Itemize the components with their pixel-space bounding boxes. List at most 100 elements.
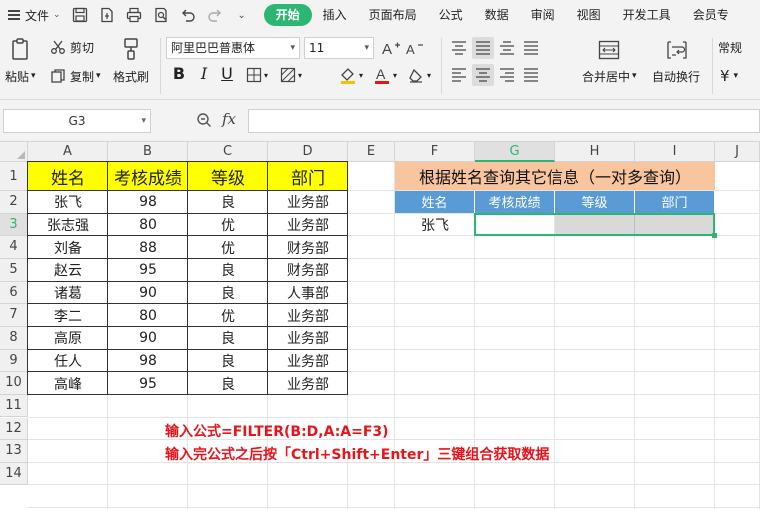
number-format-select[interactable]: 常规 [718, 38, 742, 56]
select-all-corner[interactable] [0, 142, 28, 162]
redo-icon[interactable] [206, 6, 224, 24]
table-cell[interactable]: 高原 [28, 327, 108, 350]
table-cell[interactable]: 诸葛 [28, 282, 108, 305]
insert-function-button[interactable]: fx [222, 110, 236, 128]
text-direction-icon[interactable] [520, 37, 542, 59]
row-header-9[interactable]: 9 [0, 349, 28, 373]
table-cell[interactable]: 良 [188, 372, 268, 395]
bold-icon[interactable]: B [170, 65, 188, 83]
table-cell[interactable]: 李二 [28, 304, 108, 327]
table-cell[interactable]: 刘备 [28, 236, 108, 259]
save-icon[interactable] [71, 6, 89, 24]
column-header-c[interactable]: C [188, 142, 268, 162]
tab-home[interactable]: 开始 [263, 4, 312, 26]
font-name-select[interactable]: 阿里巴巴普惠体 ▾ [166, 37, 300, 59]
table-cell[interactable]: 90 [108, 282, 188, 305]
export-pdf-icon[interactable] [98, 6, 116, 24]
table-cell[interactable]: 人事部 [268, 282, 348, 305]
table-cell[interactable]: 赵云 [28, 259, 108, 282]
align-center-icon[interactable] [472, 64, 494, 86]
row-header-14[interactable]: 14 [0, 462, 28, 486]
table-cell[interactable]: 优 [188, 236, 268, 259]
table-cell[interactable]: 优 [188, 214, 268, 237]
row-header-3[interactable]: 3 [0, 213, 28, 237]
table-cell[interactable]: 业务部 [268, 327, 348, 350]
row-header-7[interactable]: 7 [0, 304, 28, 327]
formula-input[interactable] [248, 109, 760, 133]
tab-member[interactable]: 会员专 [682, 4, 740, 26]
align-top-icon[interactable] [448, 37, 470, 59]
merge-center-icon[interactable] [596, 38, 622, 62]
row-header-12[interactable]: 12 [0, 417, 28, 441]
column-header-h[interactable]: H [555, 142, 635, 162]
fill-pattern-icon[interactable]: ▾ [276, 66, 306, 84]
clear-format-icon[interactable]: ▾ [404, 65, 434, 85]
table-cell[interactable]: 95 [108, 372, 188, 395]
zoom-icon[interactable] [196, 112, 212, 131]
copy-button[interactable]: 复制 ▾ [50, 67, 101, 85]
table-cell[interactable]: 财务部 [268, 236, 348, 259]
table-cell[interactable]: 高峰 [28, 372, 108, 395]
currency-button[interactable]: ¥ ▾ [720, 66, 738, 86]
wrap-text-button[interactable]: 自动换行 [652, 67, 700, 85]
table-cell[interactable]: 98 [108, 350, 188, 373]
align-middle-icon[interactable] [472, 37, 494, 59]
column-header-i[interactable]: I [635, 142, 715, 162]
row-header-2[interactable]: 2 [0, 191, 28, 214]
wrap-text-icon[interactable] [664, 38, 690, 62]
table-cell[interactable]: 90 [108, 327, 188, 350]
table-cell[interactable]: 业务部 [268, 350, 348, 373]
column-header-e[interactable]: E [348, 142, 395, 162]
table-cell[interactable]: 98 [108, 191, 188, 214]
cut-button[interactable]: 剪切 [50, 38, 94, 56]
decrease-font-size-icon[interactable]: A [405, 38, 425, 58]
table-cell[interactable]: 80 [108, 304, 188, 327]
row-header-6[interactable]: 6 [0, 281, 28, 305]
format-painter-button[interactable]: 格式刷 [113, 67, 149, 85]
row-header-10[interactable]: 10 [0, 372, 28, 395]
column-header-a[interactable]: A [28, 142, 108, 162]
table-cell[interactable]: 80 [108, 214, 188, 237]
fill-color-icon[interactable]: ▾ [336, 65, 366, 85]
tab-developer[interactable]: 开发工具 [612, 4, 682, 26]
table-cell[interactable]: 业务部 [268, 304, 348, 327]
fill-handle[interactable] [712, 233, 717, 239]
align-left-icon[interactable] [448, 64, 470, 86]
row-header-1[interactable]: 1 [0, 162, 28, 191]
table-cell[interactable]: 88 [108, 236, 188, 259]
italic-icon[interactable]: I [195, 65, 213, 83]
justify-icon[interactable] [520, 64, 542, 86]
font-color-icon[interactable]: A ▾ [370, 65, 400, 85]
table-cell[interactable]: 任人 [28, 350, 108, 373]
row-header-13[interactable]: 13 [0, 440, 28, 463]
table-cell[interactable]: 业务部 [268, 372, 348, 395]
table-cell[interactable]: 张志强 [28, 214, 108, 237]
table-cell[interactable]: 95 [108, 259, 188, 282]
print-preview-icon[interactable] [152, 6, 170, 24]
table-cell[interactable]: 业务部 [268, 191, 348, 214]
table-cell[interactable]: 财务部 [268, 259, 348, 282]
selection-range[interactable] [474, 212, 715, 237]
undo-icon[interactable] [179, 6, 197, 24]
file-menu[interactable]: 文件 ⌄ [8, 7, 61, 24]
spreadsheet-grid[interactable]: A B C D E F G H I J 1 2 3 4 5 6 7 8 9 10 11 12 13 14 姓名 考核成绩 等级 部门张… [0, 142, 760, 509]
align-bottom-icon[interactable] [496, 37, 518, 59]
tab-insert[interactable]: 插入 [312, 4, 358, 26]
row-header-4[interactable]: 4 [0, 236, 28, 259]
table-cell[interactable]: 良 [188, 350, 268, 373]
paste-icon[interactable] [8, 36, 34, 62]
column-header-f[interactable]: F [395, 142, 475, 162]
tab-data[interactable]: 数据 [474, 4, 520, 26]
table-cell[interactable]: 优 [188, 304, 268, 327]
table-cell[interactable]: 良 [188, 191, 268, 214]
column-header-d[interactable]: D [268, 142, 348, 162]
table-cell[interactable]: 良 [188, 259, 268, 282]
print-icon[interactable] [125, 6, 143, 24]
column-header-j[interactable]: J [715, 142, 760, 162]
increase-font-size-icon[interactable]: A [381, 38, 401, 58]
tab-review[interactable]: 审阅 [520, 4, 566, 26]
lookup-name-cell[interactable]: 张飞 [395, 214, 475, 237]
tab-page-layout[interactable]: 页面布局 [358, 4, 428, 26]
table-cell[interactable]: 良 [188, 327, 268, 350]
chevron-down-icon[interactable]: ⌄ [233, 6, 251, 24]
